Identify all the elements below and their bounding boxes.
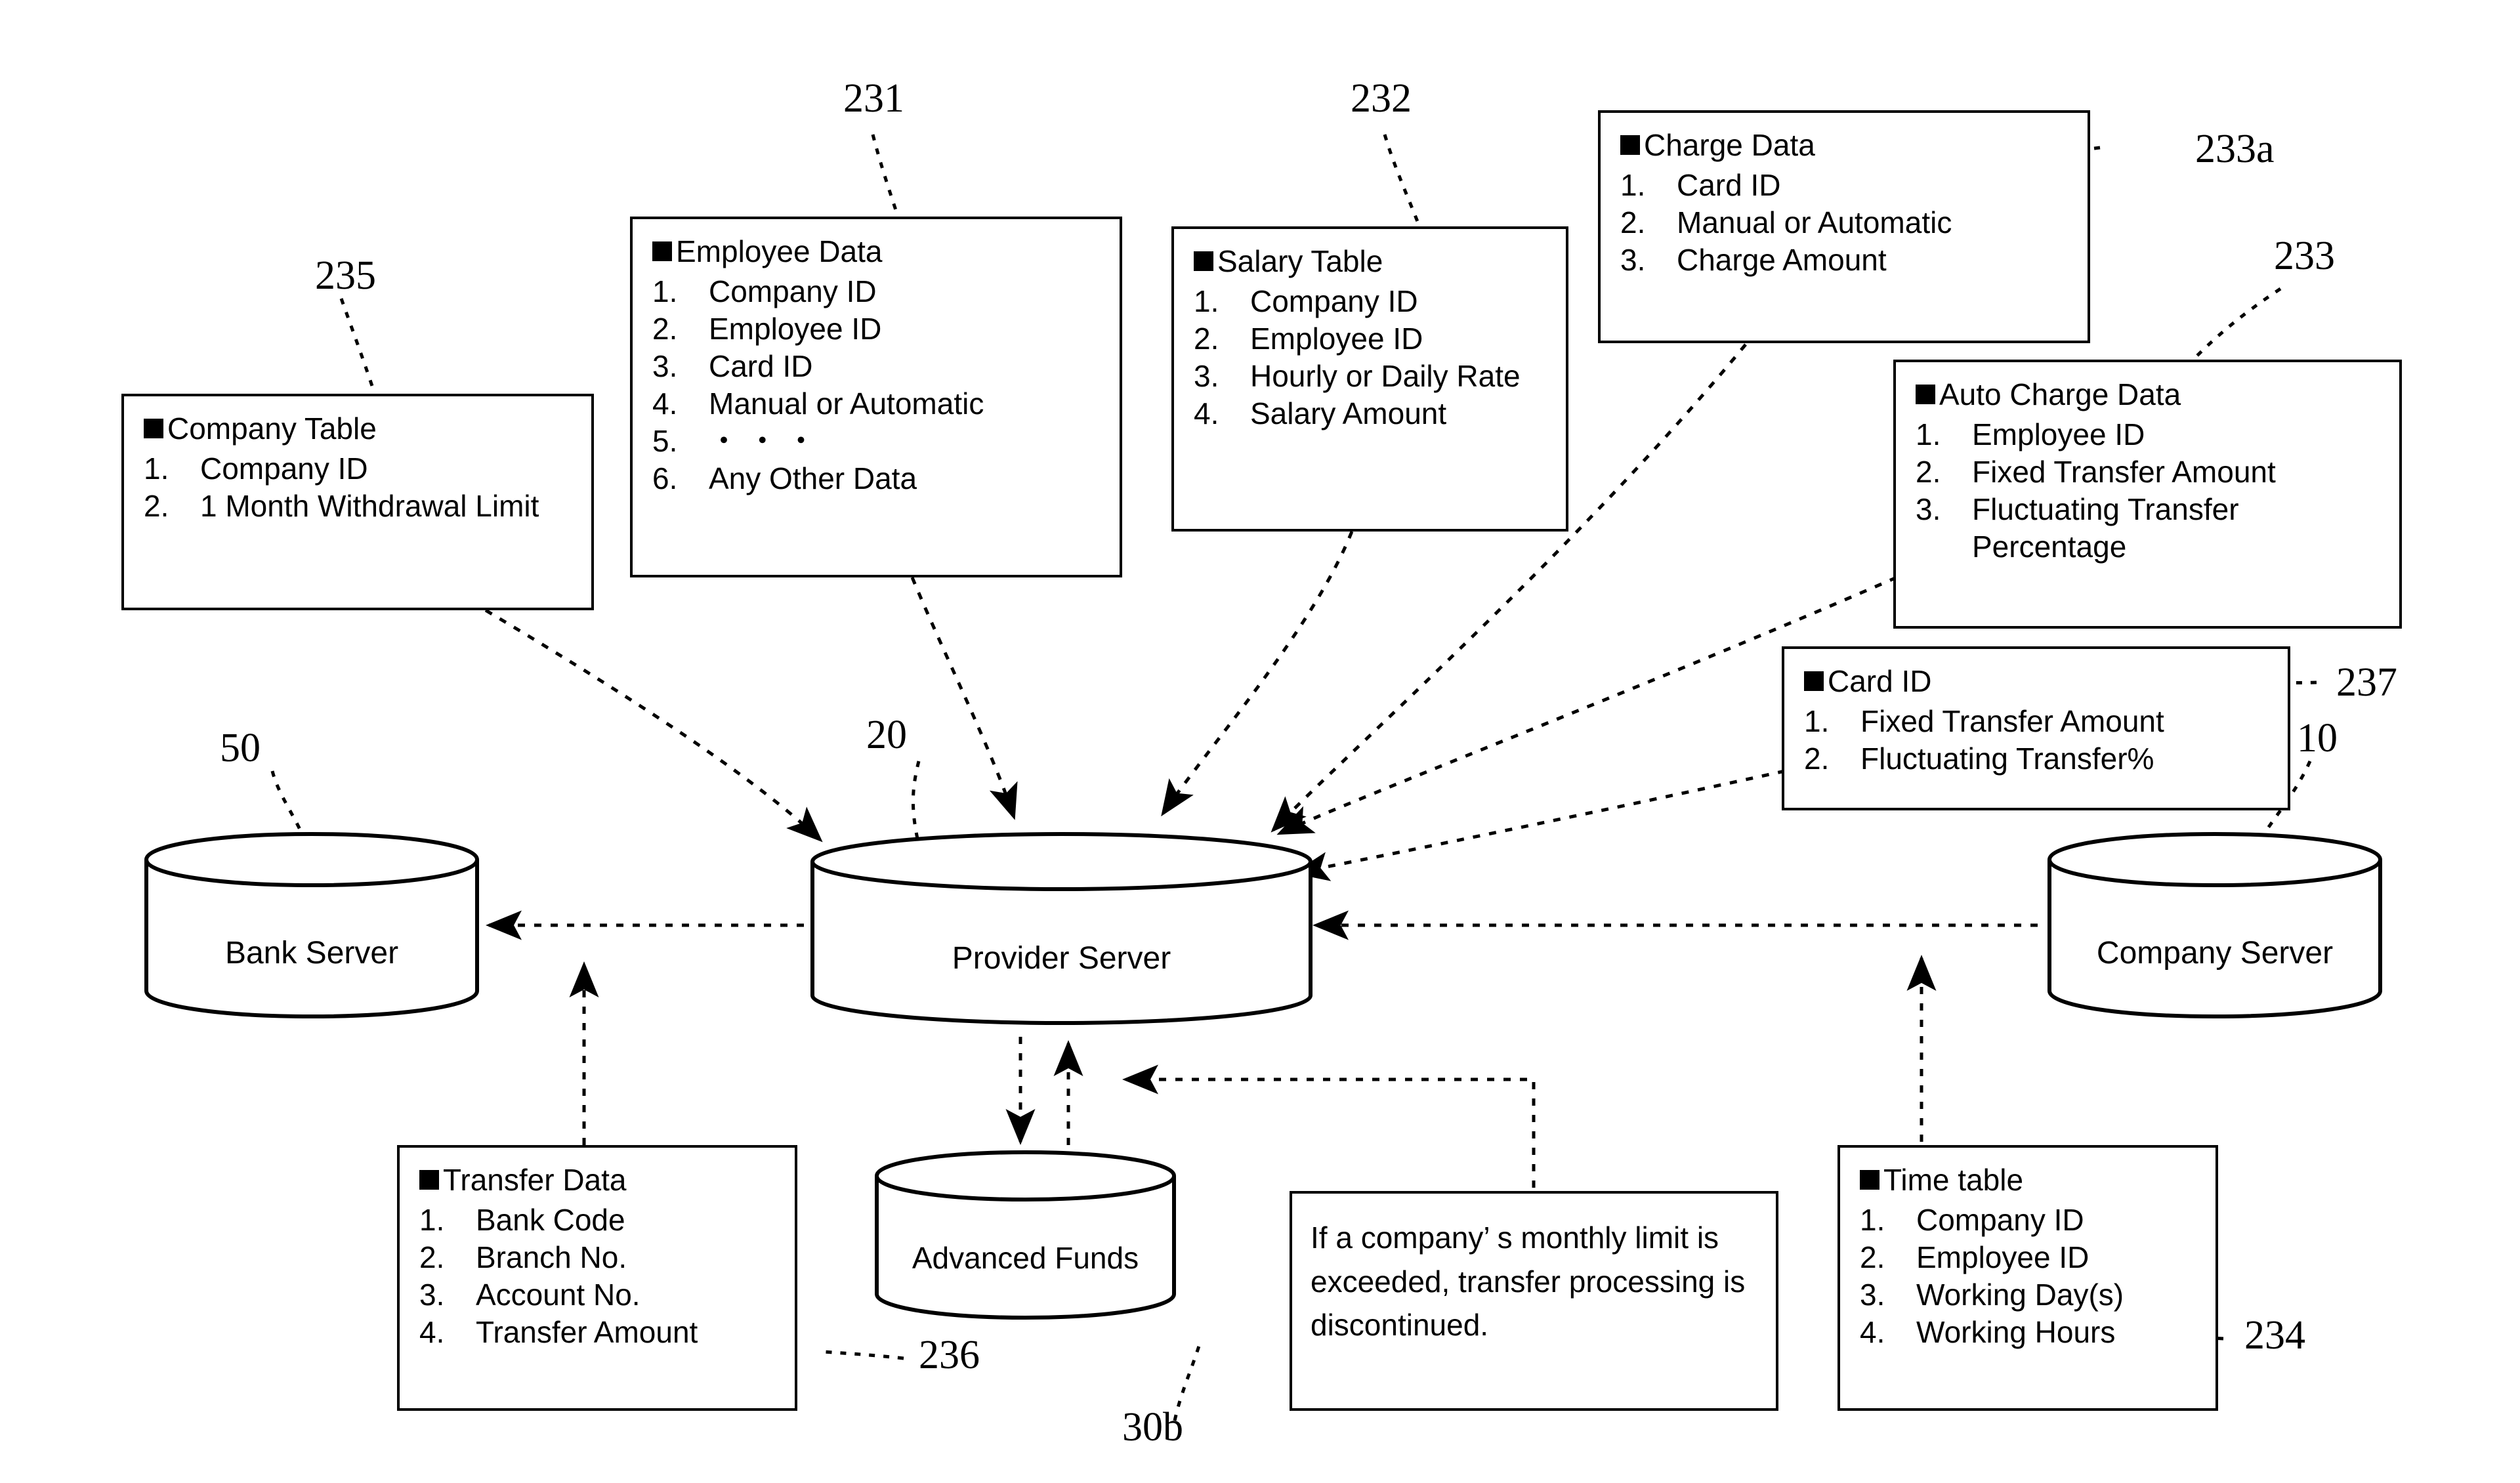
databox-title-salary-table: Salary Table [1194, 243, 1549, 279]
figure-canvas: 235 231 232 233a 233 237 236 234 50 20 1… [0, 0, 2520, 1483]
list-item: 4. Working Hours [1860, 1315, 2116, 1350]
list-item: 1. Card ID [1620, 168, 1781, 203]
databox-transfer-data: Transfer Data 1. Bank Code 2. Branch No.… [397, 1145, 797, 1411]
list-item: 2. Employee ID [1194, 322, 1423, 356]
list-item: 4. Transfer Amount [419, 1315, 698, 1350]
databox-salary-table: Salary Table 1. Company ID 2. Employee I… [1171, 226, 1568, 532]
databox-card-id: Card ID 1. Fixed Transfer Amount 2. Fluc… [1782, 646, 2290, 810]
ref-30b: 30b [1122, 1405, 1183, 1450]
ref-234: 234 [2244, 1313, 2305, 1358]
list-item: 4. Manual or Automatic [652, 386, 984, 421]
list-item: 3. Working Day(s) [1860, 1278, 2124, 1312]
list-item: 2. Branch No. [419, 1240, 627, 1275]
bullet-square-icon [1916, 385, 1935, 405]
databox-title-time-table: Time table [1860, 1162, 2198, 1198]
databox-list-charge-data: 1. Card ID 2. Manual or Automatic 3. Cha… [1620, 167, 2070, 279]
list-item: 3. Card ID [652, 349, 813, 384]
ref-10: 10 [2297, 716, 2338, 761]
node-label-advanced-funds: Advanced Funds [912, 1241, 1139, 1275]
databox-list-auto-charge-data: 1. Employee ID 2. Fixed Transfer Amount … [1916, 416, 2382, 566]
bullet-square-icon [652, 241, 672, 262]
ref-236: 236 [919, 1333, 980, 1377]
databox-title-auto-charge-data: Auto Charge Data [1916, 377, 2382, 412]
node-label-provider-server: Provider Server [952, 941, 1171, 976]
list-item: 1. Company ID [652, 274, 877, 309]
databox-title-company-table: Company Table [144, 411, 574, 446]
ref-233a: 233a [2195, 127, 2275, 171]
list-item: 3. Account No. [419, 1278, 640, 1312]
list-item: 2. Fluctuating Transfer% [1804, 742, 2154, 776]
list-item: 3. Fluctuating Transfer Percentage [1916, 492, 2239, 564]
databox-list-company-table: 1. Company ID 2. 1 Month Withdrawal Limi… [144, 450, 574, 525]
list-item: 4. Salary Amount [1194, 396, 1447, 431]
list-item: 1. Bank Code [419, 1203, 625, 1238]
bullet-square-icon [419, 1170, 439, 1190]
databox-company-table: Company Table 1. Company ID 2. 1 Month W… [121, 394, 594, 610]
databox-title-employee-data: Employee Data [652, 234, 1102, 269]
ref-237: 237 [2336, 660, 2397, 705]
ref-232: 232 [1351, 76, 1412, 121]
list-item: 1. Employee ID [1916, 417, 2145, 452]
list-item: 1. Company ID [1194, 284, 1418, 319]
list-item: 1. Fixed Transfer Amount [1804, 704, 2164, 739]
bullet-square-icon [1620, 135, 1640, 156]
node-advanced-funds[interactable]: Advanced Funds [873, 1148, 1178, 1322]
node-label-bank-server: Bank Server [224, 936, 399, 971]
bullet-square-icon [144, 419, 163, 439]
ref-235: 235 [315, 253, 376, 298]
databox-list-time-table: 1. Company ID 2. Employee ID 3. Working … [1860, 1201, 2198, 1351]
note-text: If a company’ s monthly limit is exceede… [1311, 1221, 1746, 1343]
ref-233: 233 [2274, 234, 2335, 278]
ref-231: 231 [843, 76, 904, 121]
note-monthly-limit: If a company’ s monthly limit is exceede… [1290, 1191, 1778, 1411]
list-item: 2. Employee ID [1860, 1240, 2090, 1275]
list-item: 2. Manual or Automatic [1620, 205, 1952, 240]
list-item: 3. Charge Amount [1620, 243, 1887, 278]
databox-list-card-id: 1. Fixed Transfer Amount 2. Fluctuating … [1804, 703, 2271, 778]
bullet-square-icon [1860, 1170, 1880, 1190]
databox-employee-data: Employee Data 1. Company ID 2. Employee … [630, 217, 1122, 577]
bullet-square-icon [1804, 671, 1824, 692]
list-item: 1. Company ID [144, 451, 368, 486]
node-company-server[interactable]: Company Server [2044, 830, 2385, 1020]
ref-20: 20 [866, 713, 907, 757]
databox-auto-charge-data: Auto Charge Data 1. Employee ID 2. Fixed… [1893, 360, 2402, 629]
bullet-square-icon [1194, 251, 1213, 272]
databox-time-table: Time table 1. Company ID 2. Employee ID … [1838, 1145, 2218, 1411]
list-item: 5. ・ ・ ・ [652, 424, 816, 459]
databox-list-employee-data: 1. Company ID 2. Employee ID 3. Card ID … [652, 273, 1102, 497]
list-item: 3. Hourly or Daily Rate [1194, 359, 1521, 394]
databox-list-transfer-data: 1. Bank Code 2. Branch No. 3. Account No… [419, 1201, 778, 1351]
list-item: 2. Employee ID [652, 312, 882, 346]
list-item: 1. Company ID [1860, 1203, 2084, 1238]
node-label-company-server: Company Server [2096, 936, 2334, 971]
ref-50: 50 [220, 726, 261, 770]
databox-charge-data: Charge Data 1. Card ID 2. Manual or Auto… [1598, 110, 2090, 343]
list-item: 2. 1 Month Withdrawal Limit [144, 489, 539, 524]
databox-title-card-id: Card ID [1804, 663, 2271, 699]
databox-title-charge-data: Charge Data [1620, 127, 2070, 163]
node-provider-server[interactable]: Provider Server [807, 830, 1316, 1027]
node-bank-server[interactable]: Bank Server [141, 830, 482, 1020]
databox-list-salary-table: 1. Company ID 2. Employee ID 3. Hourly o… [1194, 283, 1549, 432]
list-item: 6. Any Other Data [652, 461, 917, 496]
databox-title-transfer-data: Transfer Data [419, 1162, 778, 1198]
list-item: 2. Fixed Transfer Amount [1916, 455, 2276, 490]
